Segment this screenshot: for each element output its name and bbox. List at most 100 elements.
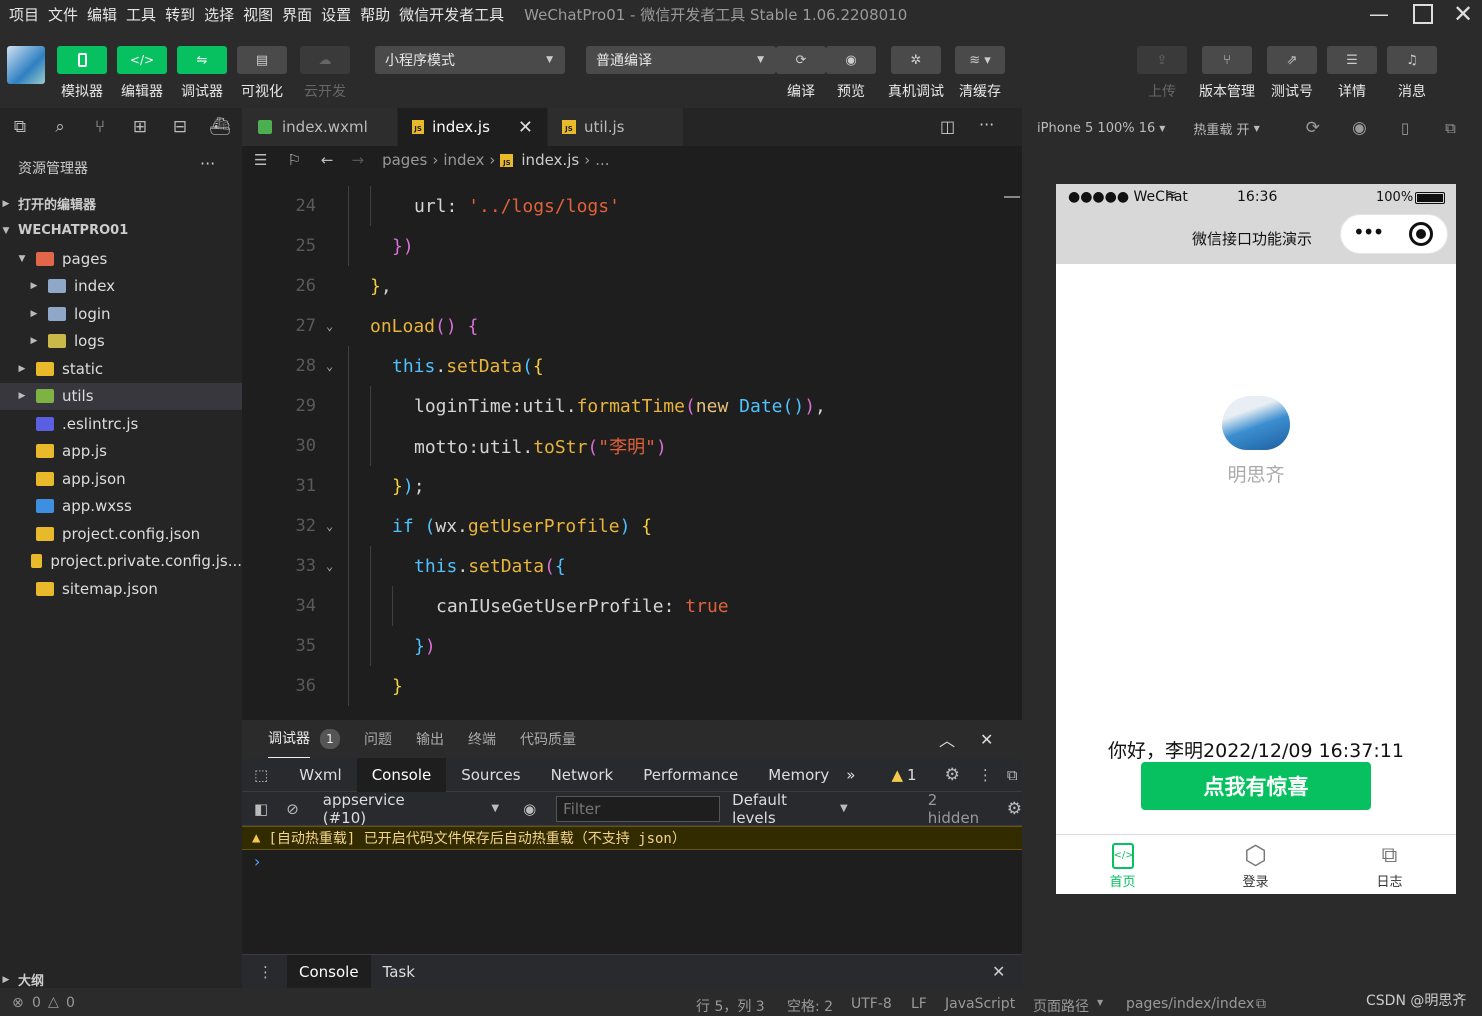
minimize-icon[interactable]: — [1356, 0, 1402, 28]
code-line[interactable]: 24 url: '../logs/logs' [242, 186, 1002, 226]
bookmark-icon[interactable]: ⚐ [287, 151, 300, 169]
console-settings-icon[interactable]: ⚙ [1007, 799, 1022, 819]
close-tab-icon[interactable]: ✕ [518, 117, 533, 138]
visual-button[interactable]: ▤ [237, 46, 287, 74]
tree-item[interactable]: app.js [0, 438, 242, 465]
close-drawer-icon[interactable]: ✕ [992, 962, 1005, 981]
tree-item[interactable]: app.json [0, 465, 242, 492]
fold-chevron-icon[interactable]: ⌄ [326, 359, 333, 373]
tree-item[interactable]: ▼ pages [0, 245, 242, 272]
menu-view[interactable]: 视图 [243, 4, 273, 25]
more-dots-icon[interactable]: ••• [1353, 220, 1384, 244]
clear-console-icon[interactable]: ⊘ [286, 800, 299, 818]
test-account-button[interactable]: ⇗ [1267, 46, 1317, 74]
context-select[interactable]: appservice (#10) [323, 791, 452, 827]
tabbar-item-logs[interactable]: ⧉ 日志 [1323, 835, 1456, 895]
messages-button[interactable]: ♫ [1387, 46, 1437, 74]
menu-select[interactable]: 选择 [204, 4, 234, 25]
kebab-menu-icon[interactable]: ⋮ [258, 963, 273, 981]
stop-icon[interactable]: ◉ [1352, 118, 1367, 138]
console-prompt[interactable]: › [254, 852, 260, 871]
extensions-icon[interactable]: ⊞ [120, 117, 160, 137]
menu-tools[interactable]: 工具 [126, 4, 156, 25]
breadcrumb-file[interactable]: index.js [521, 151, 579, 169]
tab-console[interactable]: Console [356, 757, 447, 792]
tab-output[interactable]: 输出 [416, 729, 444, 749]
compile-button[interactable]: ⟳ [776, 46, 826, 74]
encoding[interactable]: UTF-8 [851, 996, 892, 1012]
code-line[interactable]: 34 canIUseGetUserProfile: true [242, 586, 1002, 626]
caret-down-icon[interactable]: ▼ [491, 803, 499, 814]
code-area[interactable]: 24 url: '../logs/logs' 25}) 26}, 27 ⌄ onLoad()… [242, 184, 1022, 720]
source-control-icon[interactable]: ⑂ [80, 117, 120, 137]
back-arrow-icon[interactable]: ← [321, 151, 334, 169]
fold-chevron-icon[interactable]: ⌄ [326, 319, 333, 333]
log-levels-select[interactable]: Default levels [732, 791, 834, 827]
dock-icon[interactable]: ⧉ [1007, 766, 1018, 784]
tab-code-quality[interactable]: 代码质量 [520, 729, 576, 749]
tree-item[interactable]: project.config.json [0, 520, 242, 547]
tab-wxml[interactable]: Wxml [284, 758, 357, 792]
debugger-button[interactable]: ⇋ [177, 46, 227, 74]
surprise-button[interactable]: 点我有惊喜 [1141, 762, 1371, 810]
warning-outline-icon[interactable]: △ [48, 994, 59, 1010]
popout-icon[interactable]: ⧉ [1445, 119, 1456, 137]
compile-select[interactable]: 普通编译 ▼ [586, 46, 776, 74]
language-mode[interactable]: JavaScript [945, 996, 1015, 1012]
open-editors-section[interactable]: ▶ 打开的编辑器 [0, 190, 242, 217]
menu-edit[interactable]: 编辑 [87, 4, 117, 25]
menu-wechat-devtools[interactable]: 微信开发者工具 [399, 4, 504, 25]
drawer-tab-task[interactable]: Task [383, 963, 415, 981]
details-button[interactable]: ☰ [1327, 46, 1377, 74]
code-line[interactable]: 28 ⌄ this.setData({ [242, 346, 1002, 386]
fold-chevron-icon[interactable]: ⌄ [326, 559, 333, 573]
editor-button[interactable]: </> [117, 46, 167, 74]
code-line[interactable]: 26}, [242, 266, 1002, 306]
tree-item[interactable]: sitemap.json [0, 575, 242, 602]
hot-reload-toggle[interactable]: 热重载 开 [1193, 119, 1249, 138]
tab-sources[interactable]: Sources [446, 758, 535, 792]
docker-icon[interactable]: ⛴ [200, 117, 240, 137]
code-line[interactable]: 33 ⌄ this.setData({ [242, 546, 1002, 586]
explorer-more-button[interactable]: ··· [200, 154, 215, 173]
warning-count[interactable]: 0 [66, 995, 75, 1011]
fold-chevron-icon[interactable]: ⌄ [326, 519, 333, 533]
inspect-element-icon[interactable]: ⬚ [254, 766, 268, 784]
tab-debugger[interactable]: 调试器 [268, 719, 310, 759]
code-line[interactable]: 30 motto:util.toStr("李明") [242, 426, 1002, 466]
drawer-tab-console[interactable]: Console [287, 954, 371, 989]
files-icon[interactable]: ⧉ [0, 117, 40, 137]
tree-item[interactable]: ▶ login [0, 300, 242, 327]
clear-cache-button[interactable]: ≋ ▾ [955, 46, 1005, 74]
menu-file[interactable]: 文件 [48, 4, 78, 25]
tab-performance[interactable]: Performance [628, 758, 753, 792]
menu-goto[interactable]: 转到 [165, 4, 195, 25]
device-select[interactable]: iPhone 5 100% 16 [1037, 121, 1155, 136]
device-icon[interactable]: ▯ [1401, 119, 1409, 137]
tab-index-wxml[interactable]: index.wxml [242, 108, 398, 146]
list-icon[interactable]: ☰ [254, 151, 267, 169]
scrollbar-marker[interactable] [1004, 196, 1020, 198]
tree-item[interactable]: .eslintrc.js [0, 410, 242, 437]
code-line[interactable]: 29 loginTime:util.formatTime(new Date()), [242, 386, 1002, 426]
sidebar-toggle-icon[interactable]: ◧ [254, 800, 268, 818]
tab-issues[interactable]: 问题 [364, 729, 392, 749]
mode-select[interactable]: 小程序模式 ▼ [375, 46, 565, 74]
filter-input[interactable] [556, 795, 721, 822]
menu-project[interactable]: 项目 [9, 4, 39, 25]
tab-terminal[interactable]: 终端 [468, 729, 496, 749]
kebab-menu-icon[interactable]: ⋮ [978, 766, 993, 784]
close-window-icon[interactable]: ✕ [1440, 0, 1482, 28]
tabbar-item-login[interactable]: ⬡ 登录 [1189, 835, 1322, 895]
tab-network[interactable]: Network [536, 758, 629, 792]
storage-icon[interactable]: ⊟ [160, 117, 200, 137]
tree-item[interactable]: app.wxss [0, 493, 242, 520]
code-line[interactable]: 31}); [242, 466, 1002, 506]
rotate-icon[interactable]: ⟳ [1306, 118, 1320, 138]
breadcrumb-pages[interactable]: pages [382, 151, 427, 169]
tree-item[interactable]: ▶ static [0, 355, 242, 382]
tabbar-item-home[interactable]: </> 首页 [1056, 835, 1189, 895]
cursor-position[interactable]: 行 5，列 3 [696, 996, 765, 1016]
tree-item[interactable]: ▶ utils [0, 382, 242, 410]
close-panel-icon[interactable]: ✕ [980, 730, 993, 749]
